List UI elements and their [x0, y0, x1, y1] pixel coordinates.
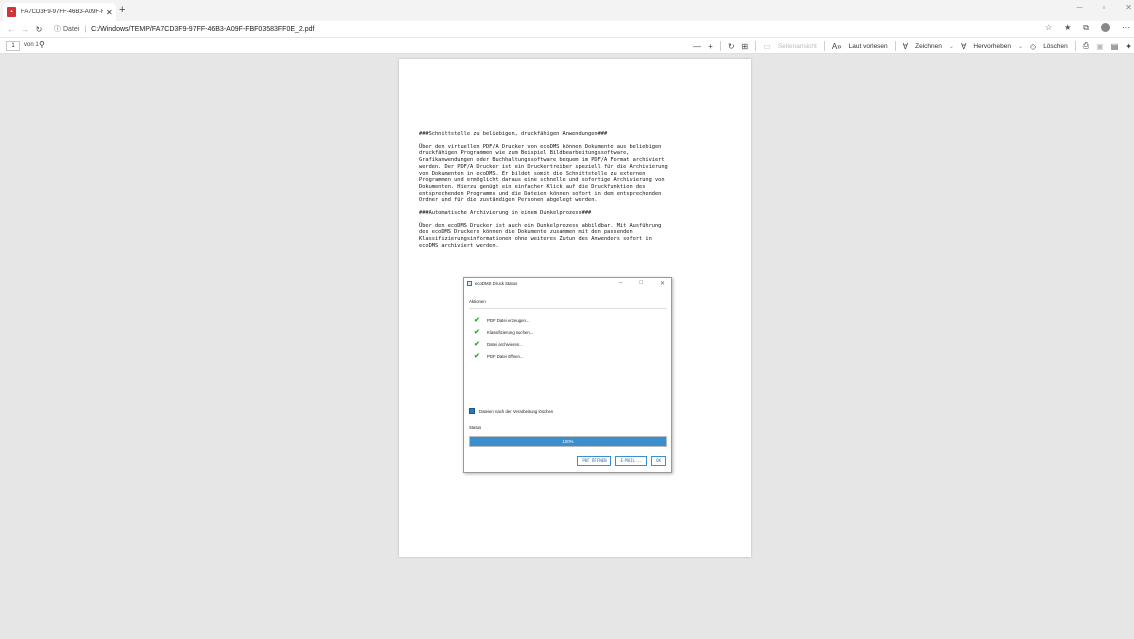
step-label: PDF Datei öffnen... [487, 353, 524, 359]
dialog-window-controls: – □ ✕ [619, 280, 665, 287]
step-label: Datei archivieren... [487, 341, 523, 347]
checkmark-icon: ✔ [474, 317, 480, 324]
progress-text: 100% [562, 439, 574, 444]
dialog-title: ecoDMS Druck Status [475, 281, 518, 286]
delete-files-option: Dateien nach der Verarbeitung löschen [469, 408, 553, 414]
pdf-page: ###Schnittstelle zu beliebigen, druckfäh… [399, 59, 751, 557]
read-aloud-button[interactable]: Laut vorlesen [849, 43, 888, 50]
fit-page-icon[interactable]: ⊞ [742, 42, 749, 51]
save-icon[interactable]: ▣ [1096, 42, 1104, 51]
pdf-viewer[interactable]: ###Schnittstelle zu beliebigen, druckfäh… [0, 54, 1134, 639]
checkmark-icon: ✔ [474, 341, 480, 348]
open-pdf-button: PDF ÖFFNEN [577, 456, 612, 466]
divider [719, 41, 721, 51]
checkmark-icon: ✔ [474, 353, 480, 360]
actions-heading: Aktionen [469, 299, 486, 304]
step-label: PDF Datei erzeugen... [487, 317, 530, 323]
zoom-out-button[interactable]: — [693, 42, 701, 51]
browser-tab[interactable]: ▪ FA7CD3F9-97FF-46B3-A09F-FBF ✕ [3, 3, 116, 21]
pin-icon[interactable]: ✦ [1125, 42, 1132, 51]
maximize-icon[interactable]: ▫ [1102, 3, 1105, 12]
favorites-icon[interactable]: ★ [1064, 23, 1071, 33]
paragraph-auto-archiving: Über den ecoDMS Drucker ist auch ein Dun… [419, 222, 662, 249]
close-tab-icon[interactable]: ✕ [106, 8, 113, 17]
print-icon[interactable]: ⎙ [1083, 41, 1089, 51]
step-item: ✔ PDF Datei erzeugen... [474, 314, 533, 326]
step-label: Klassifizierung suchen... [487, 329, 534, 335]
step-item: ✔ Klassifizierung suchen... [474, 326, 533, 338]
address-url[interactable]: C:/Windows/TEMP/FA7CD3F9-97FF-46B3-A09F-… [91, 26, 314, 33]
tab-bar: ▪ FA7CD3F9-97FF-46B3-A09F-FBF ✕ + ─ ▫ ✕ [0, 0, 1134, 21]
browser-actions: ☆ ★ ⧉ ⋯ [1045, 23, 1130, 33]
progress-bar: 100% [469, 436, 667, 447]
action-steps: ✔ PDF Datei erzeugen... ✔ Klassifizierun… [474, 314, 533, 362]
zoom-in-button[interactable]: + [708, 42, 713, 51]
checkmark-icon: ✔ [474, 329, 480, 336]
forward-icon[interactable]: → [18, 25, 32, 34]
address-separator: | [84, 25, 87, 33]
heading-auto-archiving: ###Automatische Archivierung in einem Du… [419, 210, 592, 217]
divider [469, 308, 667, 309]
ok-button: OK [651, 456, 666, 466]
dialog-buttons: PDF ÖFFNEN E-MAIL... OK [577, 456, 666, 466]
highlight-chevron-down-icon[interactable]: ⌄ [1018, 43, 1023, 50]
heading-interface: ###Schnittstelle zu beliebigen, druckfäh… [419, 131, 608, 137]
tab-title: FA7CD3F9-97FF-46B3-A09F-FBF [21, 9, 103, 15]
eraser-icon[interactable]: ◇ [1030, 42, 1036, 51]
delete-files-label: Dateien nach der Verarbeitung löschen [479, 408, 554, 414]
close-window-icon[interactable]: ✕ [1125, 3, 1132, 12]
pdf-file-icon: ▪ [7, 7, 16, 17]
draw-chevron-down-icon[interactable]: ⌄ [949, 43, 954, 50]
profile-avatar[interactable] [1101, 23, 1110, 32]
address-bar: ← → ↻ ⓘ Datei | C:/Windows/TEMP/FA7CD3F9… [0, 21, 1134, 37]
divider [823, 41, 825, 51]
dialog-close-icon: ✕ [659, 281, 665, 287]
step-item: ✔ Datei archivieren... [474, 338, 533, 350]
save-as-icon[interactable]: ▤ [1111, 42, 1119, 51]
erase-button[interactable]: Löschen [1043, 43, 1068, 50]
minimize-icon[interactable]: ─ [1077, 3, 1083, 12]
search-icon[interactable]: ⚲ [39, 40, 45, 49]
page-view-icon: ▭ [763, 41, 771, 51]
page-number-input[interactable]: 1 [6, 41, 20, 51]
page-view-button: Seitenansicht [777, 42, 817, 50]
divider [1074, 41, 1076, 51]
address-info-label: Datei [63, 25, 80, 33]
info-icon[interactable]: ⓘ [54, 24, 61, 34]
pdf-tools: — + ↻ ⊞ ▭ Seitenansicht A» Laut vorlesen… [693, 41, 1132, 51]
refresh-icon[interactable]: ↻ [32, 25, 46, 34]
page-count: von 1 [24, 42, 39, 48]
step-item: ✔ PDF Datei öffnen... [474, 350, 533, 362]
window-controls: ─ ▫ ✕ [1077, 3, 1132, 12]
status-label: Status [469, 425, 482, 430]
new-tab-button[interactable]: + [119, 4, 125, 16]
divider [755, 41, 757, 51]
draw-button[interactable]: Zeichnen [915, 43, 942, 50]
rotate-icon[interactable]: ↻ [728, 42, 735, 51]
highlight-icon[interactable]: ∀ [961, 42, 966, 51]
dialog-minimize-icon: – [619, 280, 623, 286]
draw-icon[interactable]: ∀ [903, 42, 908, 51]
collections-icon[interactable]: ⧉ [1083, 23, 1089, 33]
delete-files-checkbox [469, 408, 475, 414]
pdf-toolbar: 1 von 1 ⚲ — + ↻ ⊞ ▭ Seitenansicht A» Lau… [0, 37, 1134, 54]
add-favorite-icon[interactable]: ☆ [1045, 23, 1052, 33]
read-aloud-icon[interactable]: A» [832, 42, 842, 51]
divider [894, 41, 896, 51]
back-icon[interactable]: ← [4, 25, 18, 34]
dialog-maximize-icon: □ [639, 280, 643, 286]
app-icon [467, 281, 472, 286]
document-text: ###Schnittstelle zu beliebigen, druckfäh… [419, 131, 734, 256]
more-options-icon[interactable]: ⋯ [1122, 23, 1130, 33]
dialog-titlebar: ecoDMS Druck Status – □ ✕ [464, 278, 671, 289]
print-status-dialog-image: ecoDMS Druck Status – □ ✕ Aktionen ✔ PDF… [463, 277, 672, 473]
email-button: E-MAIL... [615, 456, 648, 466]
paragraph-interface: Über den virtuellen PDF/A Drucker von ec… [419, 143, 668, 204]
highlight-button[interactable]: Hervorheben [973, 43, 1011, 50]
